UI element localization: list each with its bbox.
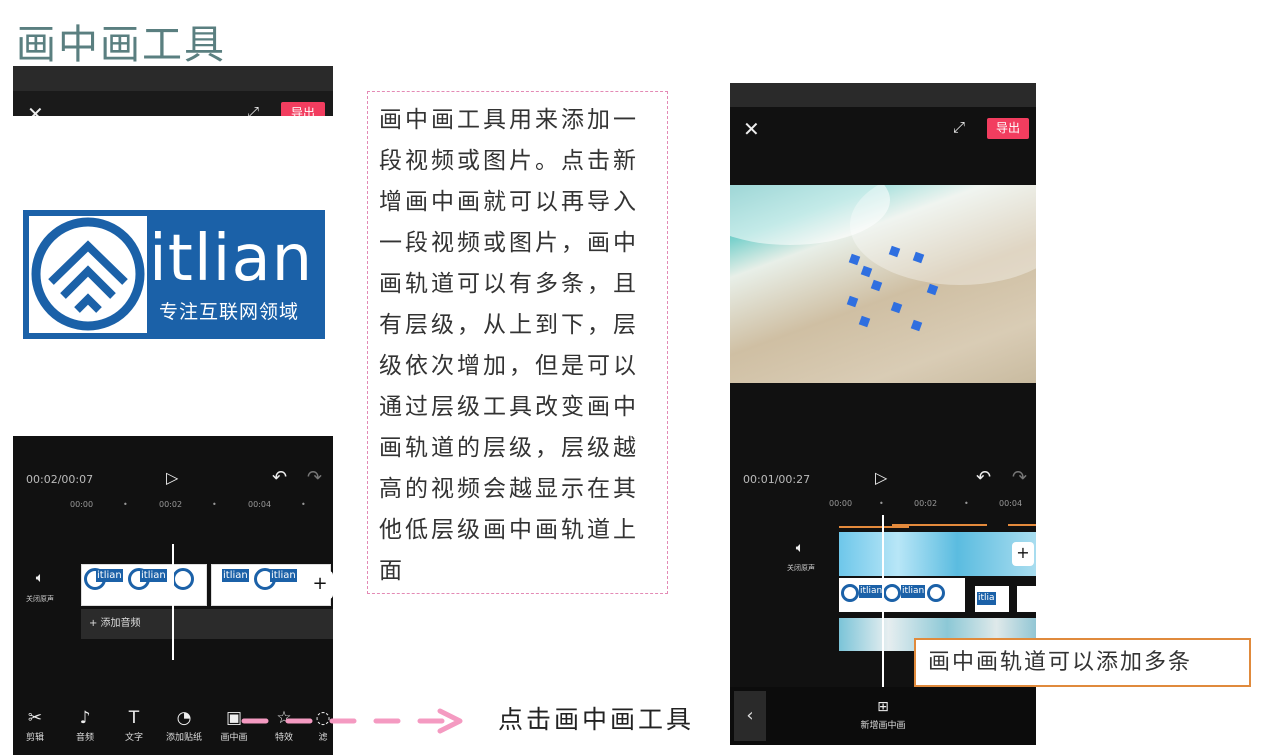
- add-audio-button[interactable]: + 添加音频: [81, 609, 333, 639]
- ruler-dot: •: [301, 500, 306, 509]
- clip-thumb-text: itlian: [96, 569, 123, 582]
- ruler-label: 00:04: [999, 499, 1023, 508]
- video-preview: itlian 专注互联网领域: [13, 116, 333, 436]
- close-icon[interactable]: ✕: [743, 119, 760, 139]
- clip-thumb-emblem: [841, 584, 859, 602]
- undo-icon[interactable]: ↶: [976, 467, 991, 488]
- status-bar: [730, 83, 1036, 107]
- ruler-label: 00:02: [914, 499, 938, 508]
- tool-label: 添加贴纸: [165, 733, 202, 743]
- add-clip-button[interactable]: +: [307, 571, 333, 599]
- pip-track-logo[interactable]: [1017, 586, 1036, 612]
- bottom-bar: ‹ ⊞ 新增画中画: [730, 687, 1036, 745]
- fullscreen-icon[interactable]: ⤢: [953, 120, 965, 135]
- root: { "title": "画中画工具", "description": "画中画工…: [0, 0, 1267, 755]
- new-pip-label: 新增画中画: [860, 721, 906, 731]
- logo-emblem-icon: [31, 217, 145, 331]
- speaker-icon[interactable]: 🔈︎: [782, 540, 818, 556]
- timeline-ruler: 00:00 • 00:02 • 00:04 •: [13, 500, 333, 516]
- text-icon: T: [128, 708, 140, 728]
- new-pip-button[interactable]: ⊞ 新增画中画: [850, 699, 916, 731]
- play-icon[interactable]: ▷: [875, 468, 887, 487]
- wave-foam: [850, 185, 1036, 285]
- callout-pip-tracks: 画中画轨道可以添加多条: [914, 638, 1251, 687]
- cube-shape: [848, 253, 861, 266]
- description-box: 画中画工具用来添加一段视频或图片。点击新增画中画就可以再导入一段视频或图片，画中…: [367, 91, 668, 594]
- pip-track-indicator: [839, 526, 909, 528]
- logo-emblem: [29, 216, 147, 333]
- description-text: 画中画工具用来添加一段视频或图片。点击新增画中画就可以再导入一段视频或图片，画中…: [379, 107, 639, 584]
- main-video-track[interactable]: [839, 532, 1036, 576]
- ruler-dot: •: [879, 499, 884, 508]
- ruler-label: 00:00: [829, 499, 853, 508]
- ruler-dot: •: [123, 500, 128, 509]
- clip-thumb-emblem: [172, 568, 194, 590]
- sticker-icon: ◔: [176, 708, 192, 728]
- cube-shape: [858, 315, 871, 328]
- ruler-dot: •: [964, 499, 969, 508]
- pip-track-indicator: [1008, 524, 1036, 526]
- clip-thumb-emblem: [883, 584, 901, 602]
- ruler-label: 00:04: [248, 500, 272, 509]
- redo-icon[interactable]: ↷: [307, 467, 322, 488]
- speaker-icon[interactable]: 🔈︎: [23, 570, 57, 586]
- ruler-dot: •: [212, 500, 217, 509]
- ruler-label: 00:00: [70, 500, 94, 509]
- itlian-logo: itlian 专注互联网领域: [23, 210, 325, 339]
- back-chevron-icon[interactable]: ‹: [734, 691, 766, 741]
- pip-track-indicator: [892, 524, 987, 526]
- tool-audio[interactable]: ♪ 音频: [65, 708, 105, 743]
- tool-label: 剪辑: [25, 733, 44, 743]
- tool-text[interactable]: T 文字: [114, 708, 154, 743]
- clip-thumb-text: itlian: [140, 569, 167, 582]
- tool-label: 音频: [75, 733, 94, 743]
- mute-label: 关闭原声: [26, 595, 54, 603]
- cube-shape: [846, 295, 859, 308]
- tool-sticker[interactable]: ◔ 添加贴纸: [161, 708, 207, 743]
- clip-thumb-text: itlian: [859, 585, 884, 598]
- logo-subtitle: 专注互联网领域: [159, 301, 300, 323]
- redo-icon[interactable]: ↷: [1012, 467, 1027, 488]
- clip-thumb-text: itlian: [222, 569, 249, 582]
- page-title: 画中画工具: [16, 22, 226, 68]
- scissors-icon: ✂︎: [27, 708, 43, 728]
- mute-label: 关闭原声: [787, 564, 815, 572]
- status-bar: [13, 66, 333, 91]
- clip-thumb-text: itlia: [977, 592, 996, 605]
- playback-controls: 00:02/00:07 ▷ ↶ ↷: [13, 461, 333, 501]
- clip-thumb-text: itlian: [270, 569, 297, 582]
- timeline-ruler: 00:00 • 00:02 • 00:04: [730, 499, 1036, 515]
- tool-label: 文字: [124, 733, 143, 743]
- video-preview: [730, 185, 1036, 383]
- playhead[interactable]: [882, 515, 884, 687]
- pip-track-logo[interactable]: itlia: [975, 586, 1009, 612]
- music-note-icon: ♪: [79, 708, 91, 728]
- dashed-arrow-icon: [241, 708, 463, 734]
- play-icon[interactable]: ▷: [166, 468, 178, 487]
- cube-shape: [910, 319, 923, 332]
- video-clip[interactable]: itlian itlian: [81, 564, 207, 606]
- cube-shape: [890, 301, 903, 314]
- cube-shape: [870, 279, 883, 292]
- cube-shape: [860, 265, 873, 278]
- playhead[interactable]: [172, 544, 174, 660]
- export-button[interactable]: 导出: [987, 118, 1029, 139]
- ruler-label: 00:02: [159, 500, 183, 509]
- pip-track-logo[interactable]: itlian itlian: [839, 578, 965, 612]
- clip-thumb-text: itlian: [901, 585, 926, 598]
- add-clip-button[interactable]: +: [1012, 542, 1034, 566]
- cube-shape: [926, 283, 939, 296]
- undo-icon[interactable]: ↶: [272, 467, 287, 488]
- logo-text: itlian: [149, 222, 314, 296]
- time-display: 00:01/00:27: [743, 473, 811, 486]
- caption-click-pip: 点击画中画工具: [498, 705, 695, 734]
- clip-thumb-emblem: [927, 584, 945, 602]
- phone-screen-editor: ✕ ⤢ 导出 itlian 专注互联网领域 00:02/00:07 ▷ ↶ ↷ …: [13, 66, 333, 755]
- time-display: 00:02/00:07: [26, 473, 94, 486]
- add-square-icon: ⊞: [877, 699, 889, 715]
- tool-edit[interactable]: ✂︎ 剪辑: [15, 708, 55, 743]
